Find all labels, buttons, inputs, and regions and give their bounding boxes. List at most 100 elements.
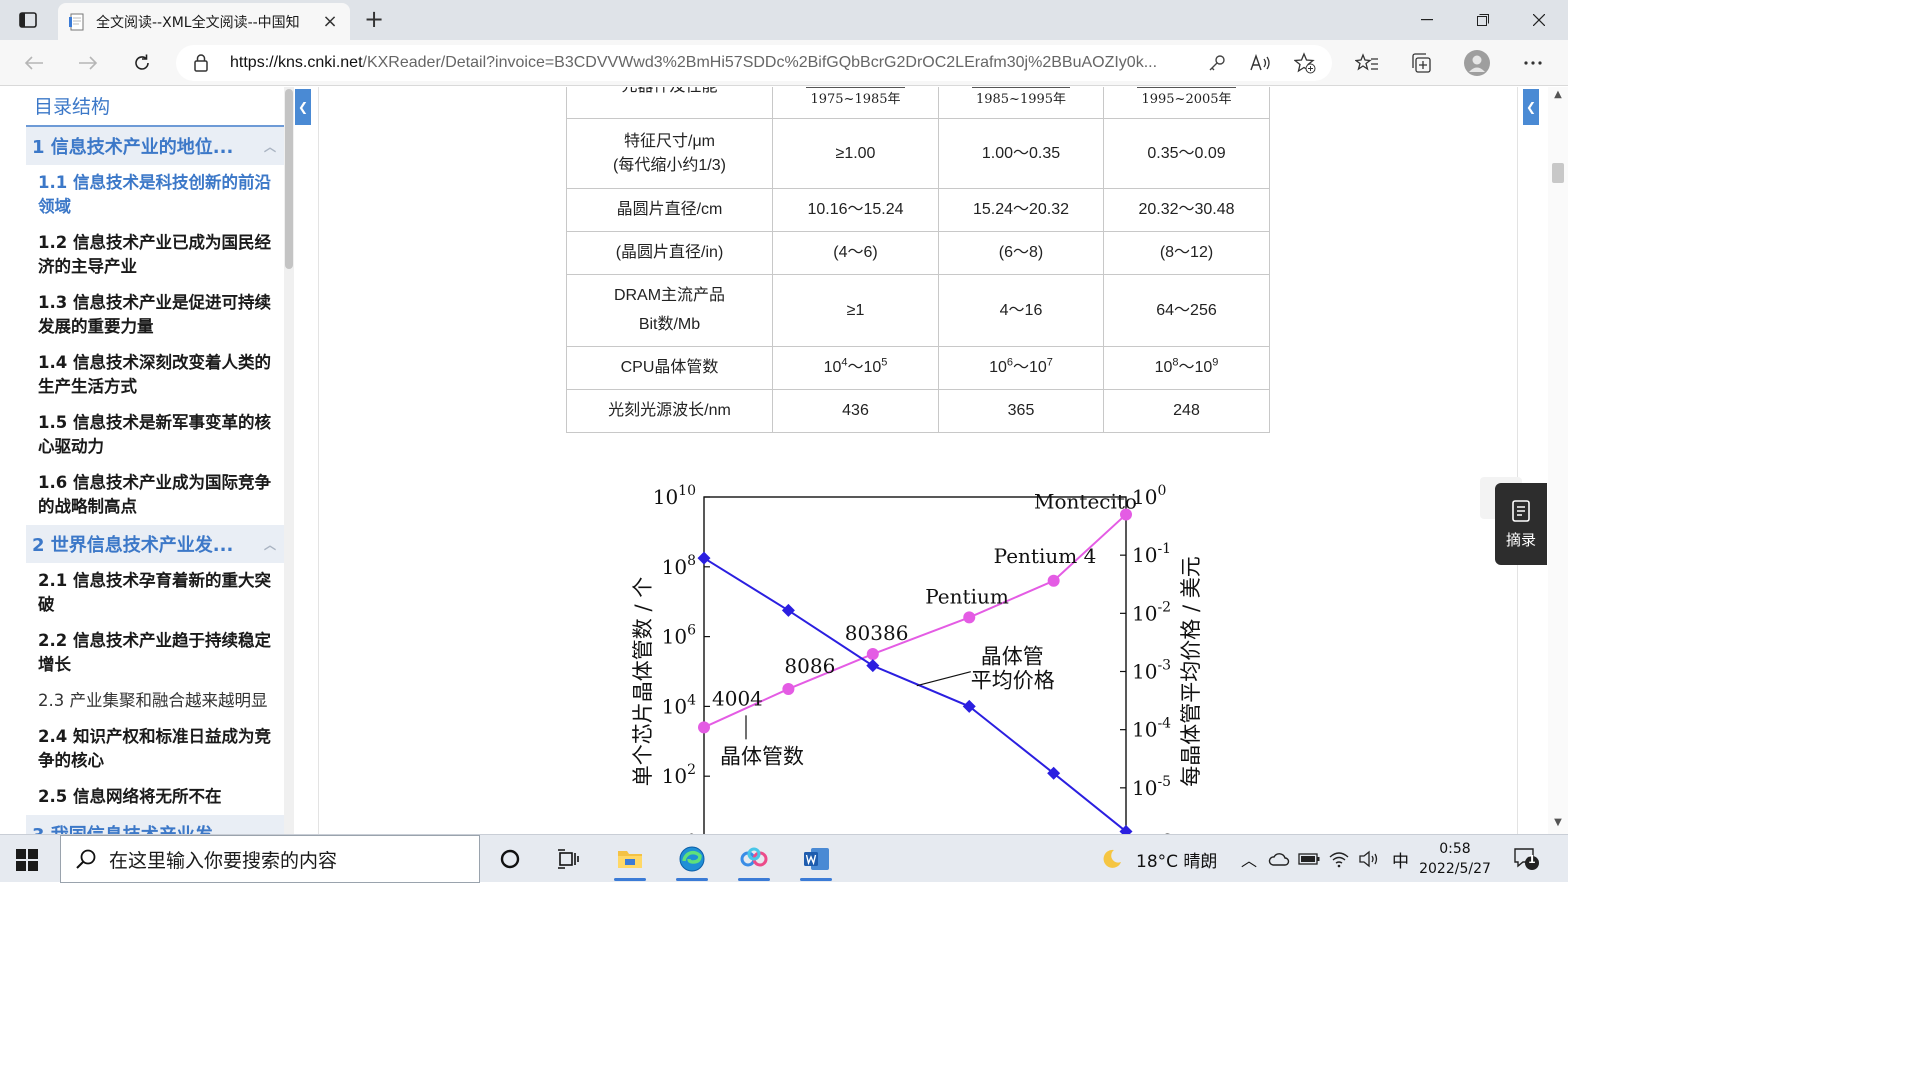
key-icon[interactable] [1204, 50, 1230, 76]
power-exponent: 7 [1046, 356, 1053, 369]
search-icon [76, 849, 96, 869]
table-cell: (6～8) [938, 231, 1104, 275]
chevron-up-icon[interactable]: ︿ [264, 138, 276, 155]
add-favorite-icon[interactable] [1292, 50, 1318, 76]
excerpt-label: 摘录 [1505, 530, 1536, 549]
data-point-label: Pentium 4 [994, 544, 1097, 568]
volume-icon[interactable] [1358, 850, 1380, 868]
url-field[interactable]: https://kns.cnki.net/KXReader/Detail?inv… [176, 45, 1332, 81]
toc-chapter-3[interactable]: 3 我国信息技术产业发... ︿ [26, 815, 284, 834]
page-scrollbar[interactable]: ▲ ▼ [1548, 87, 1568, 834]
tab-actions-button[interactable] [12, 8, 44, 32]
power-base: 10 [1194, 359, 1213, 376]
favorites-icon[interactable] [1354, 50, 1380, 76]
lock-icon[interactable] [190, 52, 212, 74]
row-label: 光刻光源波长/nm [566, 389, 773, 433]
chevron-up-icon[interactable]: ︿ [264, 826, 276, 835]
edge-browser-button[interactable] [664, 835, 720, 883]
chevron-up-icon[interactable]: ︿ [1238, 847, 1260, 871]
data-point-label: Montecito [1034, 489, 1137, 513]
toc-chapter-2[interactable]: 2 世界信息技术产业发... ︿ [26, 525, 284, 563]
data-point [866, 648, 879, 661]
windows-start-button[interactable] [14, 847, 40, 873]
toc-chapter-1-label: 1 信息技术产业的地位... [32, 137, 234, 158]
semiconductor-table: 元器件及性能 1975~1985年 1985~1995年 1995~2005年 … [566, 87, 1270, 433]
tick-base: 10 [1132, 718, 1157, 742]
tick-exponent: 2 [687, 762, 696, 778]
toc-item-1-4[interactable]: 1.4 信息技术深刻改变着人类的生产生活方式 [26, 345, 284, 405]
active-tab[interactable]: 全文阅读--XML全文阅读--中国知 × [58, 3, 350, 40]
cortana-button[interactable] [482, 835, 538, 883]
forward-button[interactable] [72, 48, 104, 78]
excerpt-button[interactable]: 摘录 [1495, 483, 1547, 565]
table-cell: 248 [1103, 389, 1270, 433]
toc-chapter-1[interactable]: 1 信息技术产业的地位... ︿ [26, 127, 284, 165]
table-header-cell: 元器件及性能 [566, 87, 773, 119]
forward-arrow-icon [79, 56, 98, 70]
scroll-up-arrow-icon[interactable]: ▲ [1548, 89, 1568, 100]
cloud-icon[interactable] [1268, 851, 1290, 867]
table-header-cell: 1975~1985年 [772, 87, 939, 119]
back-button[interactable] [18, 48, 50, 78]
scroll-down-arrow-icon[interactable]: ▼ [1548, 817, 1568, 828]
table-cell: ≥1 [772, 274, 939, 347]
collections-icon[interactable] [1408, 50, 1434, 76]
collapse-sidebar-button[interactable]: ❮ [295, 89, 311, 125]
toc-item-2-3[interactable]: 2.3 产业集聚和融合越来越明显 [26, 683, 284, 719]
new-tab-button[interactable]: + [360, 4, 388, 34]
toc-item-1-1[interactable]: 1.1 信息技术是科技创新的前沿领域 [26, 165, 284, 225]
taskbar-search-input[interactable]: 在这里输入你要搜索的内容 [60, 835, 480, 883]
toc-item-1-5[interactable]: 1.5 信息技术是新军事变革的核心驱动力 [26, 405, 284, 465]
table-cell: 4～16 [938, 274, 1104, 347]
toc-item-2-5[interactable]: 2.5 信息网络将无所不在 [26, 779, 284, 815]
toc-item-2-1[interactable]: 2.1 信息技术孕育着新的重大突破 [26, 563, 284, 623]
close-tab-button[interactable]: × [320, 11, 340, 32]
toc-item-2-4[interactable]: 2.4 知识产权和标准日益成为竞争的核心 [26, 719, 284, 779]
notification-badge: 1 [1528, 853, 1536, 866]
data-point-label: 4004 [712, 686, 763, 710]
tick-exponent: -3 [1157, 658, 1171, 674]
minimize-button[interactable] [1400, 0, 1454, 40]
more-menu-icon[interactable] [1520, 50, 1546, 76]
toc-item-1-6[interactable]: 1.6 信息技术产业成为国际竞争的战略制高点 [26, 465, 284, 525]
close-window-button[interactable] [1512, 0, 1566, 40]
table-row: DRAM主流产品 Bit数/Mb ≥1 4～16 64～256 [566, 274, 1270, 347]
tick-exponent: 4 [687, 692, 696, 708]
note-icon [1512, 499, 1530, 522]
page-scroll-thumb[interactable] [1552, 163, 1564, 183]
data-point [782, 682, 795, 695]
profile-avatar[interactable] [1464, 50, 1490, 76]
tab-title: 全文阅读--XML全文阅读--中国知 [96, 14, 300, 31]
right-tick-label: 10-4 [1132, 716, 1171, 742]
baidu-netdisk-button[interactable] [726, 835, 782, 883]
tick-exponent: -2 [1157, 599, 1171, 615]
toc-item-2-2[interactable]: 2.2 信息技术产业趋于持续稳定增长 [26, 623, 284, 683]
clock-time: 0:58 [1439, 841, 1471, 857]
tick-base: 10 [662, 555, 687, 579]
right-tick-label: 10-2 [1132, 599, 1171, 625]
chevron-up-icon[interactable]: ︿ [264, 536, 276, 553]
refresh-button[interactable] [126, 48, 158, 78]
ime-indicator[interactable]: 中 [1392, 847, 1409, 872]
toc-item-1-3[interactable]: 1.3 信息技术产业是促进可持续发展的重要力量 [26, 285, 284, 345]
wifi-icon[interactable] [1328, 850, 1350, 868]
toc-item-1-2[interactable]: 1.2 信息技术产业已成为国民经济的主导产业 [26, 225, 284, 285]
restore-button[interactable] [1456, 0, 1510, 40]
read-aloud-icon[interactable] [1248, 50, 1274, 76]
notification-button[interactable]: 1 [1512, 835, 1540, 883]
battery-icon[interactable] [1298, 852, 1320, 866]
collapse-right-panel-button[interactable]: ❮ [1523, 89, 1539, 125]
sidebar-scroll-thumb[interactable] [285, 89, 293, 269]
tick-base: 10 [1132, 543, 1157, 567]
page-content: 目录结构 1 信息技术产业的地位... ︿ 1.1 信息技术是科技创新的前沿领域… [0, 87, 1568, 834]
weather-widget[interactable]: 18°C 晴朗 [1100, 835, 1217, 883]
power-base: 10 [1154, 359, 1173, 376]
task-view-button[interactable] [540, 835, 596, 883]
word-button[interactable] [788, 835, 844, 883]
clock-date: 2022/5/27 [1419, 861, 1491, 877]
file-explorer-button[interactable] [602, 835, 658, 883]
toc-title: 目录结构 [26, 87, 284, 127]
table-cell: (4～6) [772, 231, 939, 275]
sidebar-scrollbar[interactable] [284, 87, 294, 834]
system-clock[interactable]: 0:58 2022/5/27 [1410, 839, 1500, 879]
